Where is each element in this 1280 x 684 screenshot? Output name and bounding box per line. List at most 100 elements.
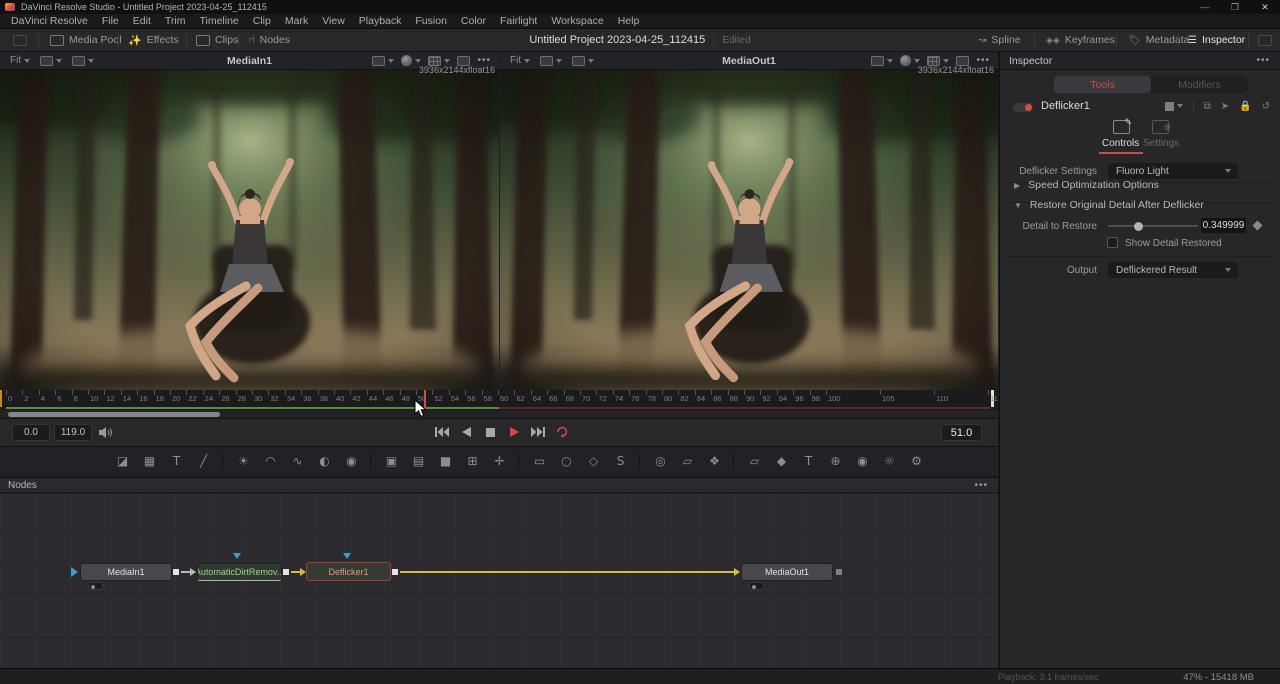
speed-optimization-section[interactable]: ▶ Speed Optimization Options <box>1014 179 1159 191</box>
detail-to-restore-slider[interactable] <box>1108 225 1198 227</box>
stop-button[interactable] <box>481 423 499 441</box>
mediain-output-socket[interactable] <box>173 569 179 575</box>
mediaout-output-socket[interactable] <box>836 569 842 575</box>
tracker-tool-icon[interactable]: ◎ <box>650 451 671 471</box>
spline-button[interactable]: ↝ Spline <box>978 29 1021 51</box>
renderer-3d-tool-icon[interactable]: ⚙ <box>906 451 927 471</box>
guides-dropdown[interactable] <box>428 56 450 66</box>
clips-button[interactable]: Clips <box>196 29 238 51</box>
hue-curves-tool-icon[interactable]: ∿ <box>287 451 308 471</box>
menu-fairlight[interactable]: Fairlight <box>493 15 544 27</box>
deflicker-settings-dropdown[interactable]: Fluoro Light <box>1108 163 1238 179</box>
resize-tool-icon[interactable]: ⊞ <box>462 451 483 471</box>
detail-to-restore-value[interactable]: 0.349999 <box>1201 218 1246 233</box>
media-pool-button[interactable]: Media Pool <box>50 29 122 51</box>
slider-handle[interactable] <box>1134 222 1143 231</box>
menu-mark[interactable]: Mark <box>278 15 315 27</box>
node-deflicker1[interactable]: Deflicker1 <box>306 562 391 581</box>
keyframes-button[interactable]: ◈◈ Keyframes <box>1046 29 1115 51</box>
node-mediain1[interactable]: MediaIn1 <box>80 563 172 581</box>
node-graph-canvas[interactable]: MediaIn1 AutomaticDirtRemov... Deflicker… <box>0 494 998 668</box>
menu-clip[interactable]: Clip <box>246 15 278 27</box>
menu-file[interactable]: File <box>95 15 126 27</box>
output-dropdown[interactable]: Deflickered Result <box>1108 262 1238 278</box>
show-detail-restored-checkbox[interactable] <box>1107 237 1118 248</box>
menu-color[interactable]: Color <box>454 15 493 27</box>
expand-viewer-icon[interactable] <box>956 56 969 66</box>
bspline-mask-tool-icon[interactable]: S <box>610 451 631 471</box>
play-forward-button[interactable] <box>505 423 523 441</box>
clean-feed-button[interactable] <box>1258 29 1272 51</box>
matte-control-tool-icon[interactable]: ■ <box>435 451 456 471</box>
roi-dropdown[interactable] <box>871 56 893 66</box>
mediain-thumbnail-chip[interactable] <box>88 582 103 590</box>
polygon-mask-tool-icon[interactable]: ◇ <box>583 451 604 471</box>
menu-timeline[interactable]: Timeline <box>192 15 245 27</box>
expand-viewer-icon[interactable] <box>457 56 470 66</box>
subtab-settings[interactable]: Settings <box>1143 138 1179 149</box>
node-mediaout1[interactable]: MediaOut1 <box>741 563 833 581</box>
version-dropdown[interactable] <box>1165 102 1183 111</box>
magic-mask-tool-icon[interactable]: ❖ <box>704 451 725 471</box>
guides-dropdown[interactable] <box>927 56 949 66</box>
roi-dropdown[interactable] <box>372 56 394 66</box>
menu-view[interactable]: View <box>315 15 352 27</box>
viewer-right-image[interactable] <box>500 70 998 390</box>
dirtremoval-output-socket[interactable] <box>283 569 289 575</box>
merge-tool-icon[interactable]: ▣ <box>381 451 402 471</box>
transform-tool-icon[interactable]: ✛ <box>489 451 510 471</box>
color-curves-tool-icon[interactable]: ◠ <box>260 451 281 471</box>
reset-icon[interactable]: ↺ <box>1262 101 1270 112</box>
in-point-field[interactable]: 0.0 <box>12 424 50 441</box>
merge-3d-tool-icon[interactable]: ⊕ <box>825 451 846 471</box>
color-gain-tool-icon[interactable]: ◉ <box>341 451 362 471</box>
menu-playback[interactable]: Playback <box>352 15 409 27</box>
current-frame-field[interactable]: 51.0 <box>941 424 982 441</box>
rectangle-mask-tool-icon[interactable]: ▭ <box>529 451 550 471</box>
interface-toggle-button[interactable] <box>13 29 27 51</box>
timeline-ruler[interactable]: 0246810121416182022242628303234363840424… <box>0 390 998 410</box>
keyframe-diamond-icon[interactable] <box>1253 221 1263 231</box>
text-plus-tool-icon[interactable]: T <box>166 451 187 471</box>
text-3d-tool-icon[interactable]: T <box>798 451 819 471</box>
lock-icon[interactable]: 🔒 <box>1239 101 1251 112</box>
menu-workspace[interactable]: Workspace <box>544 15 610 27</box>
timeline-scroll-thumb[interactable] <box>8 412 220 417</box>
menu-trim[interactable]: Trim <box>158 15 193 27</box>
copy-settings-icon[interactable]: ⧉ <box>1204 101 1211 112</box>
paint-tool-icon[interactable]: ╱ <box>193 451 214 471</box>
background-tool-icon[interactable]: ◪ <box>112 451 133 471</box>
inspector-options-menu[interactable]: ••• <box>1256 55 1270 66</box>
go-to-first-frame-button[interactable] <box>433 423 451 441</box>
channel-booleans-tool-icon[interactable]: ▤ <box>408 451 429 471</box>
loop-button[interactable] <box>553 423 571 441</box>
metadata-button[interactable]: 🏷 Metadata <box>1128 29 1189 51</box>
node-automaticdirtremoval[interactable]: AutomaticDirtRemov... <box>197 563 282 581</box>
close-button[interactable]: ✕ <box>1250 0 1280 14</box>
audio-mute-icon[interactable] <box>98 426 113 439</box>
planar-tracker-tool-icon[interactable]: ▱ <box>677 451 698 471</box>
mediaout-thumbnail-chip[interactable] <box>749 582 764 590</box>
connection-deflicker-to-mediaout[interactable] <box>400 571 736 573</box>
restore-detail-section[interactable]: ▼ Restore Original Detail After Deflicke… <box>1014 199 1204 211</box>
play-reverse-button[interactable] <box>457 423 475 441</box>
menu-fusion[interactable]: Fusion <box>408 15 454 27</box>
tab-tools[interactable]: Tools <box>1054 76 1151 93</box>
viewer-left-image[interactable] <box>0 70 499 390</box>
image-plane-3d-tool-icon[interactable]: ▱ <box>744 451 765 471</box>
camera-3d-tool-icon[interactable]: ◉ <box>852 451 873 471</box>
inspector-button[interactable]: ☰ Inspector <box>1188 29 1245 51</box>
pin-icon[interactable]: ➤ <box>1221 101 1229 112</box>
tab-modifiers[interactable]: Modifiers <box>1151 76 1248 93</box>
timeline-scrollbar[interactable] <box>0 410 998 418</box>
go-to-last-frame-button[interactable] <box>529 423 547 441</box>
minimize-button[interactable]: — <box>1190 0 1220 14</box>
deflicker-output-socket[interactable] <box>392 569 398 575</box>
maximize-button[interactable]: ❐ <box>1220 0 1250 14</box>
fast-noise-tool-icon[interactable]: ▦ <box>139 451 160 471</box>
menu-davinci-resolve[interactable]: DaVinci Resolve <box>4 15 95 27</box>
menu-help[interactable]: Help <box>611 15 647 27</box>
nodes-panel-options-menu[interactable]: ••• <box>974 480 988 491</box>
menu-edit[interactable]: Edit <box>126 15 158 27</box>
color-corrector-tool-icon[interactable]: ☀ <box>233 451 254 471</box>
